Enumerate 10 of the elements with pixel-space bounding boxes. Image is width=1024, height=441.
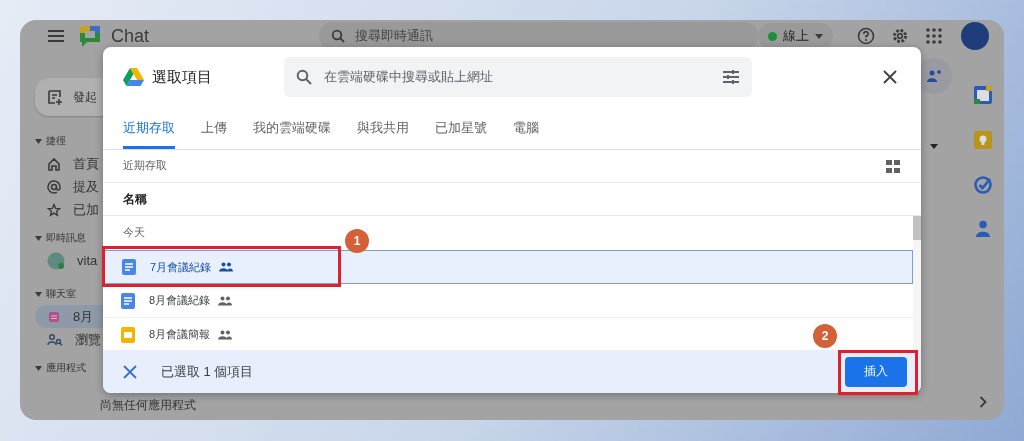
search-placeholder: 搜尋即時通訊 <box>355 27 434 45</box>
search-placeholder: 在雲端硬碟中搜尋或貼上網址 <box>324 68 494 86</box>
empty-message: 尚無任何應用程式 <box>99 397 197 414</box>
file-name: 8月會議簡報 <box>149 327 211 342</box>
selection-count: 已選取 1 個項目 <box>161 362 254 381</box>
file-name: 7月會議紀錄 <box>150 259 212 275</box>
file-name: 8月會議紀錄 <box>149 293 211 308</box>
dialog-title: 選取項目 <box>152 67 212 87</box>
app-title: Chat <box>111 25 150 47</box>
group-label: 今天 <box>122 225 145 240</box>
